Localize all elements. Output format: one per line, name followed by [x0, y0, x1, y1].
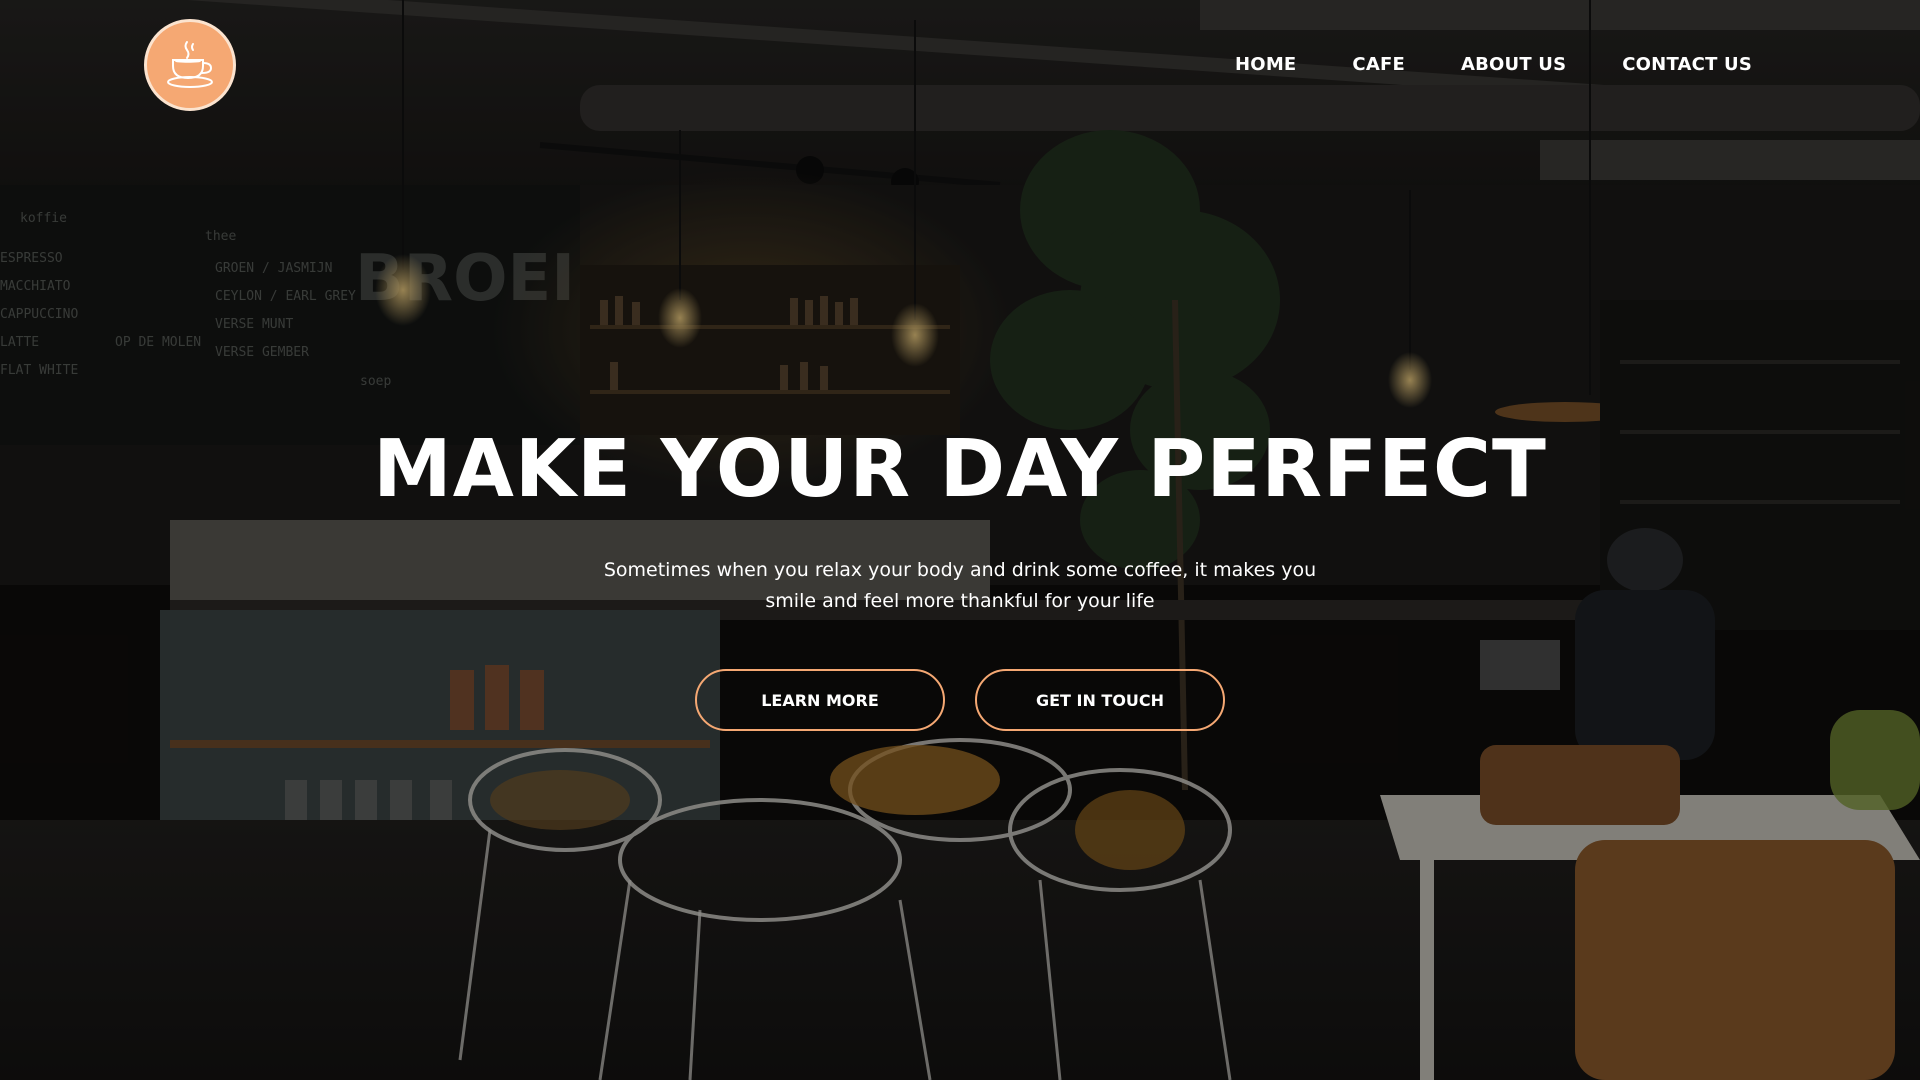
- nav-cafe-link[interactable]: CAFE: [1352, 54, 1405, 75]
- svg-text:LATTE: LATTE: [0, 335, 39, 350]
- hero-title: MAKE YOUR DAY PERFECT: [373, 423, 1547, 515]
- svg-text:FLAT WHITE: FLAT WHITE: [0, 363, 78, 378]
- logo[interactable]: [144, 19, 236, 111]
- nav-contact-us-link[interactable]: CONTACT US: [1622, 54, 1752, 75]
- svg-text:soep: soep: [360, 374, 391, 389]
- coffee-cup-icon: [159, 32, 221, 98]
- svg-text:VERSE MUNT: VERSE MUNT: [215, 317, 293, 332]
- landing-page: koffie thee ESPRESSO GROEN / JASMIJN MAC…: [0, 0, 1920, 1080]
- nav-about-us-link[interactable]: ABOUT US: [1461, 54, 1566, 75]
- nav-home-link[interactable]: HOME: [1235, 54, 1296, 75]
- svg-text:thee: thee: [205, 229, 236, 244]
- svg-text:GROEN / JASMIJN: GROEN / JASMIJN: [215, 261, 332, 276]
- svg-text:OP DE MOLEN: OP DE MOLEN: [115, 335, 201, 350]
- get-in-touch-button[interactable]: GET IN TOUCH: [975, 669, 1225, 731]
- svg-text:VERSE GEMBER: VERSE GEMBER: [215, 345, 309, 360]
- svg-text:CEYLON / EARL GREY: CEYLON / EARL GREY: [215, 289, 356, 304]
- cafe-background-image: koffie thee ESPRESSO GROEN / JASMIJN MAC…: [0, 0, 1920, 1080]
- main-nav: HOME CAFE ABOUT US CONTACT US: [1235, 54, 1752, 75]
- svg-text:ESPRESSO: ESPRESSO: [0, 251, 63, 266]
- hero-subtitle: Sometimes when you relax your body and d…: [603, 559, 1317, 612]
- learn-more-button[interactable]: LEARN MORE: [695, 669, 945, 731]
- svg-text:MACCHIATO: MACCHIATO: [0, 279, 71, 294]
- svg-text:koffie: koffie: [20, 211, 67, 226]
- svg-text:CAPPUCCINO: CAPPUCCINO: [0, 307, 78, 322]
